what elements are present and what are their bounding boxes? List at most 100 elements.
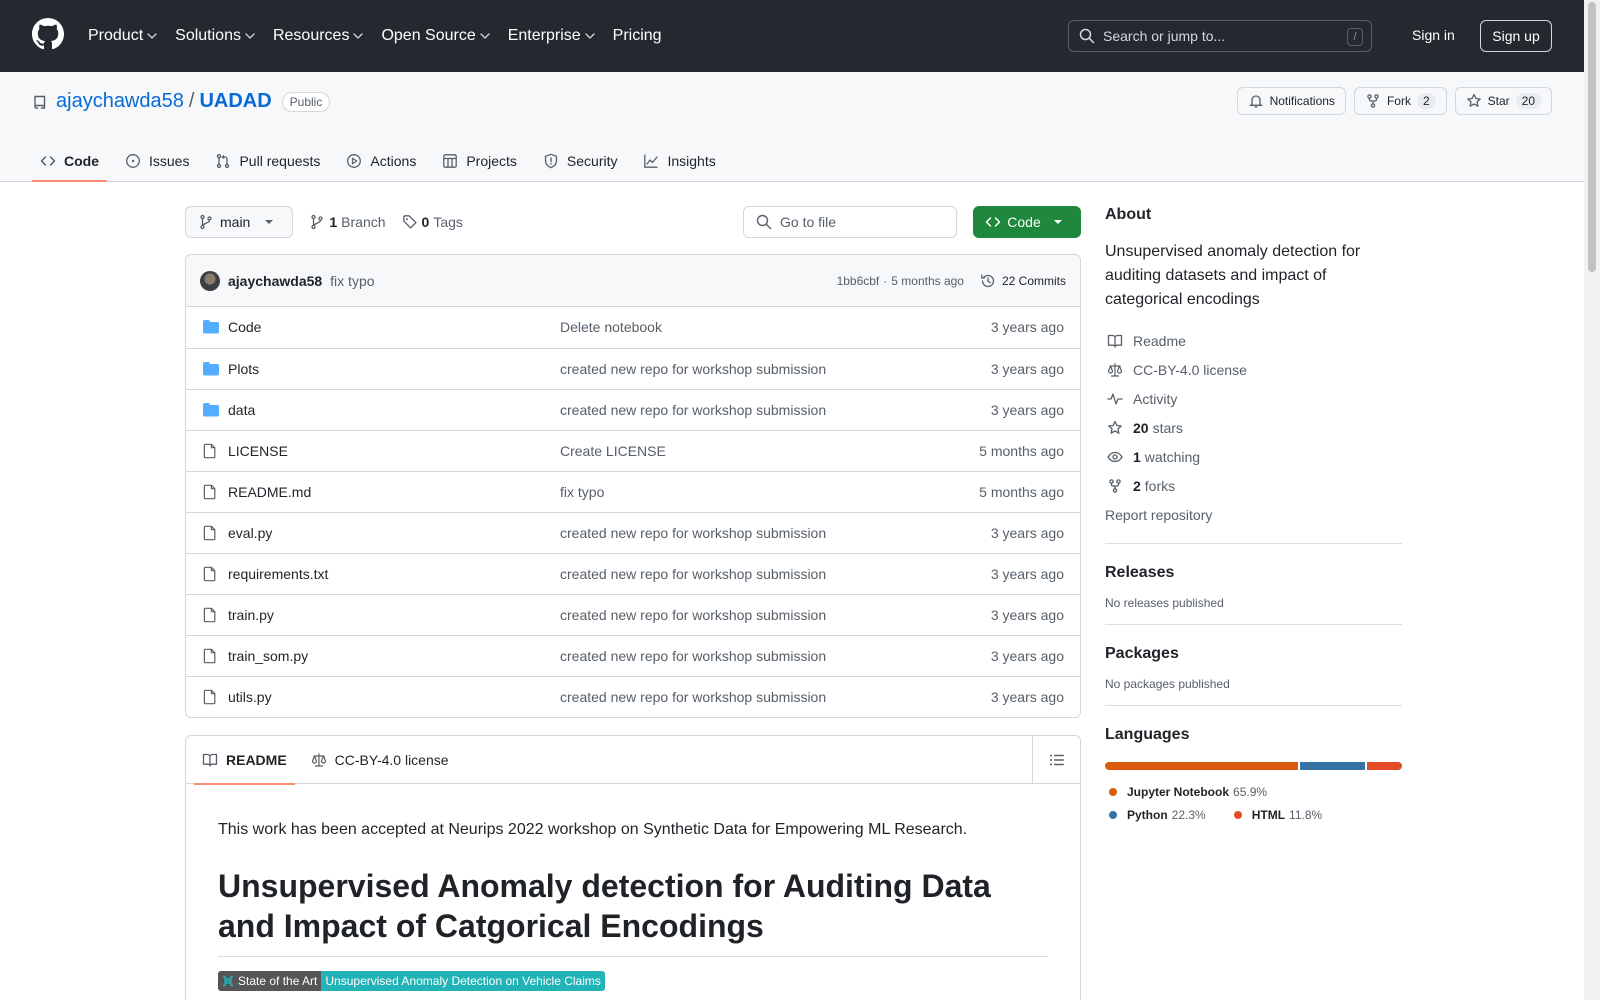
file-icon: [202, 689, 218, 705]
avatar[interactable]: [200, 270, 220, 291]
nav-item-open-source[interactable]: Open Source: [381, 27, 490, 45]
file-commit-date: 3 years ago: [990, 319, 1064, 335]
repo-owner-link[interactable]: ajaychawda58: [56, 90, 184, 113]
repo-tabs: Code Issues Pull requests Actions Projects Se…: [32, 140, 734, 182]
nav-item-label: Solutions: [175, 27, 241, 44]
releases-title[interactable]: Releases: [1105, 564, 1402, 582]
nav-item-solutions[interactable]: Solutions: [175, 27, 255, 45]
commit-message-link[interactable]: fix typo: [330, 273, 374, 289]
notifications-button[interactable]: Notifications: [1236, 87, 1346, 115]
go-to-file-input[interactable]: Go to file: [743, 206, 957, 238]
outline-button[interactable]: [1032, 736, 1080, 784]
branches-link[interactable]: 1 Branch: [309, 214, 386, 230]
fork-icon: [1105, 478, 1125, 494]
star-button[interactable]: Star 20: [1454, 87, 1552, 115]
search-input[interactable]: Search or jump to... /: [1068, 20, 1372, 52]
nav-item-product[interactable]: Product: [88, 27, 157, 45]
readme-intro: This work has been accepted at Neurips 2…: [218, 821, 968, 838]
commits-count-label: 22 Commits: [1001, 274, 1066, 288]
readme-link[interactable]: Readme: [1105, 326, 1402, 355]
table-row: requirements.txt created new repo for wor…: [186, 553, 1080, 594]
commits-history-link[interactable]: 22 Commits: [980, 273, 1066, 289]
folder-icon: [202, 402, 220, 418]
file-commit-message-link[interactable]: created new repo for workshop submission: [560, 566, 826, 582]
tab-actions[interactable]: Actions: [338, 140, 424, 182]
file-name-link[interactable]: eval.py: [228, 525, 272, 541]
tab-projects[interactable]: Projects: [434, 140, 525, 182]
file-commit-message-link[interactable]: created new repo for workshop submission: [560, 607, 826, 623]
page-scrollbar[interactable]: [1584, 0, 1600, 1000]
tab-code[interactable]: Code: [32, 140, 107, 182]
branch-selector[interactable]: main: [185, 206, 294, 238]
main-content: main 1 Branch 0 Tags Go to file Code aja…: [185, 206, 1081, 1000]
tab-security[interactable]: Security: [535, 140, 626, 182]
license-tab[interactable]: CC-BY-4.0 license: [303, 736, 457, 784]
forks-link[interactable]: 2 forks: [1105, 471, 1402, 500]
tab-label: Security: [566, 153, 618, 169]
commit-author-link[interactable]: ajaychawda58: [228, 273, 322, 289]
tags-link[interactable]: 0 Tags: [402, 214, 463, 230]
languages-bar: [1105, 762, 1402, 770]
chevron-down-icon: [585, 33, 595, 39]
file-commit-message-link[interactable]: created new repo for workshop submission: [560, 648, 826, 664]
pulse-icon: [1105, 391, 1125, 407]
releases-empty: No releases published: [1105, 596, 1224, 610]
file-name-link[interactable]: data: [228, 402, 255, 418]
nav-item-enterprise[interactable]: Enterprise: [508, 27, 595, 45]
tab-insights[interactable]: Insights: [635, 140, 723, 182]
commit-hash-link[interactable]: 1bb6cbf: [837, 274, 880, 288]
file-commit-message-link[interactable]: Delete notebook: [560, 319, 662, 335]
file-commit-date: 3 years ago: [990, 607, 1064, 623]
file-commit-date: 3 years ago: [990, 566, 1064, 582]
file-commit-message-link[interactable]: created new repo for workshop submission: [560, 361, 826, 377]
sign-up-button[interactable]: Sign up: [1480, 20, 1552, 52]
file-commit-message-link[interactable]: created new repo for workshop submission: [560, 402, 826, 418]
code-button-label: Code: [1007, 214, 1041, 230]
packages-title[interactable]: Packages: [1105, 645, 1402, 663]
file-name-link[interactable]: train_som.py: [228, 648, 308, 664]
file-commit-date: 5 months ago: [979, 484, 1064, 500]
stars-link[interactable]: 20 stars: [1105, 413, 1402, 442]
language-item-jupyter-notebook[interactable]: Jupyter Notebook 65.9%: [1105, 780, 1267, 803]
nav-item-pricing[interactable]: Pricing: [613, 27, 662, 45]
tab-issues[interactable]: Issues: [117, 140, 197, 182]
file-name-link[interactable]: LICENSE: [228, 443, 288, 459]
nav-item-resources[interactable]: Resources: [273, 27, 364, 45]
tab-label: Projects: [466, 153, 517, 169]
watchers-link[interactable]: 1 watching: [1105, 442, 1402, 471]
file-commit-message-link[interactable]: created new repo for workshop submission: [560, 525, 826, 541]
language-item-python[interactable]: Python 22.3%: [1105, 803, 1206, 826]
file-name-link[interactable]: Plots: [228, 361, 259, 377]
language-name: Python: [1127, 807, 1168, 822]
language-color-dot: [1233, 810, 1242, 819]
file-commit-message-link[interactable]: created new repo for workshop submission: [560, 689, 826, 705]
file-commit-date: 3 years ago: [990, 648, 1064, 664]
language-item-html[interactable]: HTML 11.8%: [1230, 803, 1322, 826]
fork-button[interactable]: Fork 2: [1353, 87, 1447, 115]
tab-pull-requests[interactable]: Pull requests: [207, 140, 328, 182]
scrollbar-thumb[interactable]: [1588, 2, 1596, 272]
file-name-link[interactable]: README.md: [228, 484, 311, 500]
code-dropdown-button[interactable]: Code: [973, 206, 1081, 238]
file-name-link[interactable]: utils.py: [228, 689, 272, 705]
nav-item-label: Product: [88, 27, 144, 44]
sign-in-link[interactable]: Sign in: [1412, 27, 1455, 43]
license-link[interactable]: CC-BY-4.0 license: [1105, 355, 1402, 384]
caret-down-icon: [264, 219, 274, 225]
readme-tab[interactable]: README: [194, 736, 295, 785]
file-commit-message-link[interactable]: fix typo: [560, 484, 604, 500]
file-name-link[interactable]: train.py: [228, 607, 274, 623]
file-name-link[interactable]: Code: [228, 319, 261, 335]
github-logo-icon[interactable]: [32, 18, 64, 50]
repo-name-link[interactable]: UADAD: [199, 90, 271, 113]
repo-sidebar: About Unsupervised anomaly detection for…: [1105, 206, 1402, 826]
about-title: About: [1105, 206, 1152, 223]
table-row: eval.py created new repo for workshop sub…: [186, 512, 1080, 553]
report-repository-link[interactable]: Report repository: [1105, 500, 1402, 529]
file-commit-message-link[interactable]: Create LICENSE: [560, 443, 666, 459]
file-name-link[interactable]: requirements.txt: [228, 566, 328, 582]
search-shortcut-key: /: [1347, 28, 1363, 46]
activity-link[interactable]: Activity: [1105, 384, 1402, 413]
global-header: Product Solutions Resources Open Source Ente…: [0, 0, 1584, 72]
sota-badge[interactable]: State of the Art Unsupervised Anomaly De…: [218, 971, 605, 991]
